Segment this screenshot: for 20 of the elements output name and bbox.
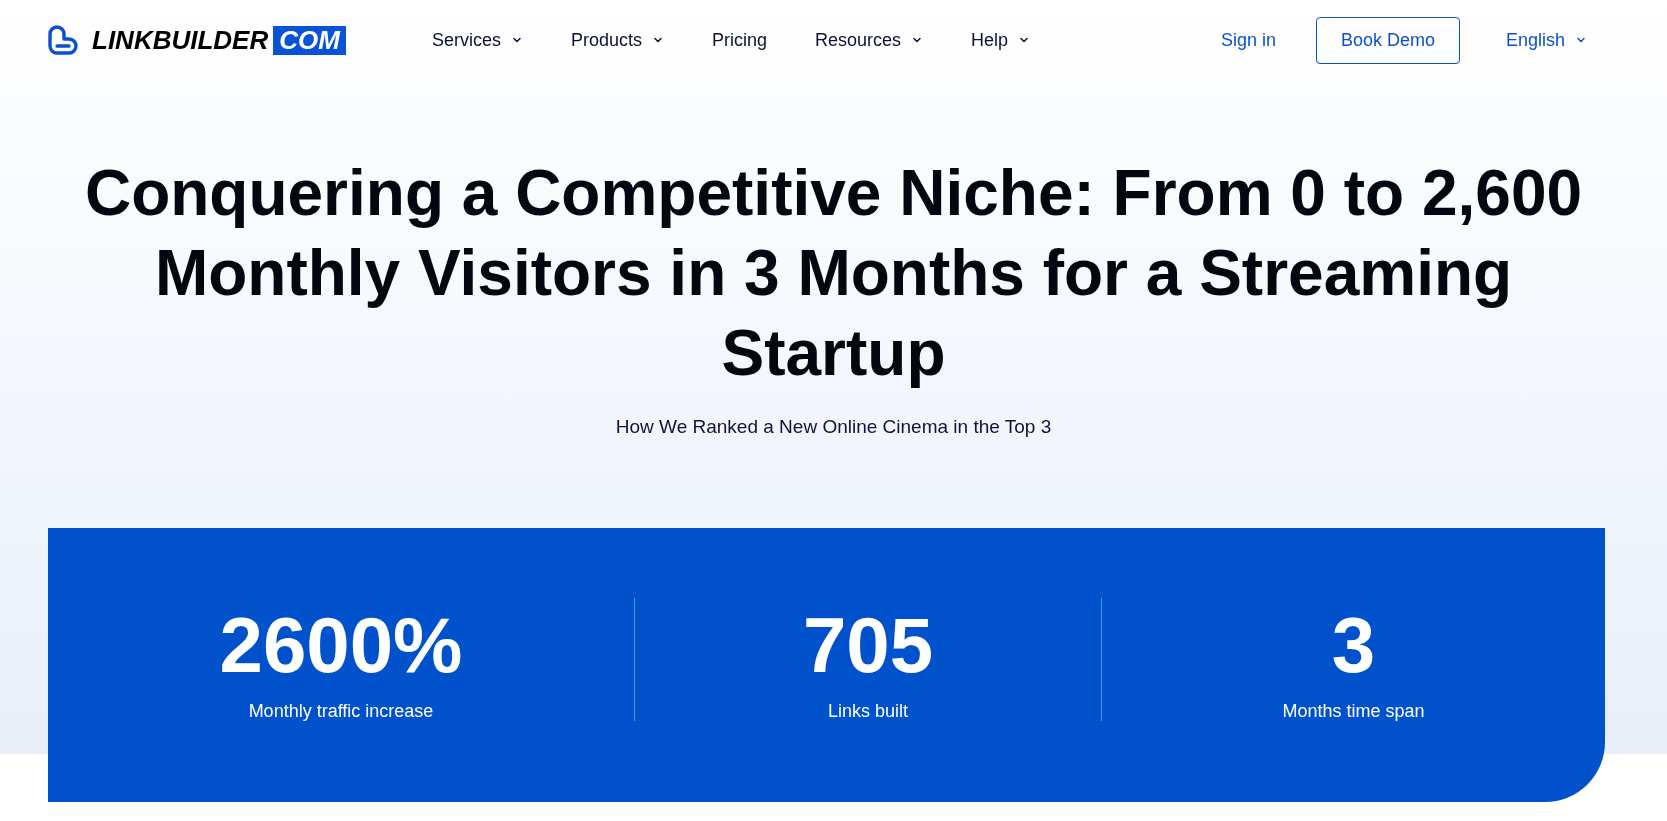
page-title: Conquering a Competitive Niche: From 0 to 2,600 Monthly Visitors in 3 Months for a Streaming Startup <box>83 156 1584 391</box>
stat-value: 2600% <box>219 606 463 684</box>
page-subtitle: How We Ranked a New Online Cinema in the Top 3 <box>614 415 1053 439</box>
nav-link[interactable]: Pricing <box>711 28 767 52</box>
logo-icon <box>48 25 78 55</box>
stat-label: Links built <box>827 700 908 723</box>
stat-value: 3 <box>1331 606 1376 684</box>
logo-domain-tag: COM <box>273 25 346 55</box>
nav-menu-item[interactable]: Help <box>971 28 1031 52</box>
nav-menu-item[interactable]: Products <box>570 28 664 52</box>
stat-label: Months time span <box>1282 700 1425 723</box>
sign-in-link[interactable]: Sign in <box>1220 28 1276 52</box>
nav-menu-item[interactable]: Services <box>431 28 523 52</box>
logo-wordmark: LINKBUILDER <box>92 25 269 55</box>
stat-label: Monthly traffic increase <box>248 700 434 723</box>
nav-menu-item[interactable]: Resources <box>815 28 924 52</box>
logo-link[interactable]: LINKBUILDER COM <box>48 25 346 55</box>
language-selector[interactable]: English <box>1505 28 1587 52</box>
book-demo-button[interactable]: Book Demo <box>1315 16 1460 64</box>
stat-value: 705 <box>802 606 934 684</box>
